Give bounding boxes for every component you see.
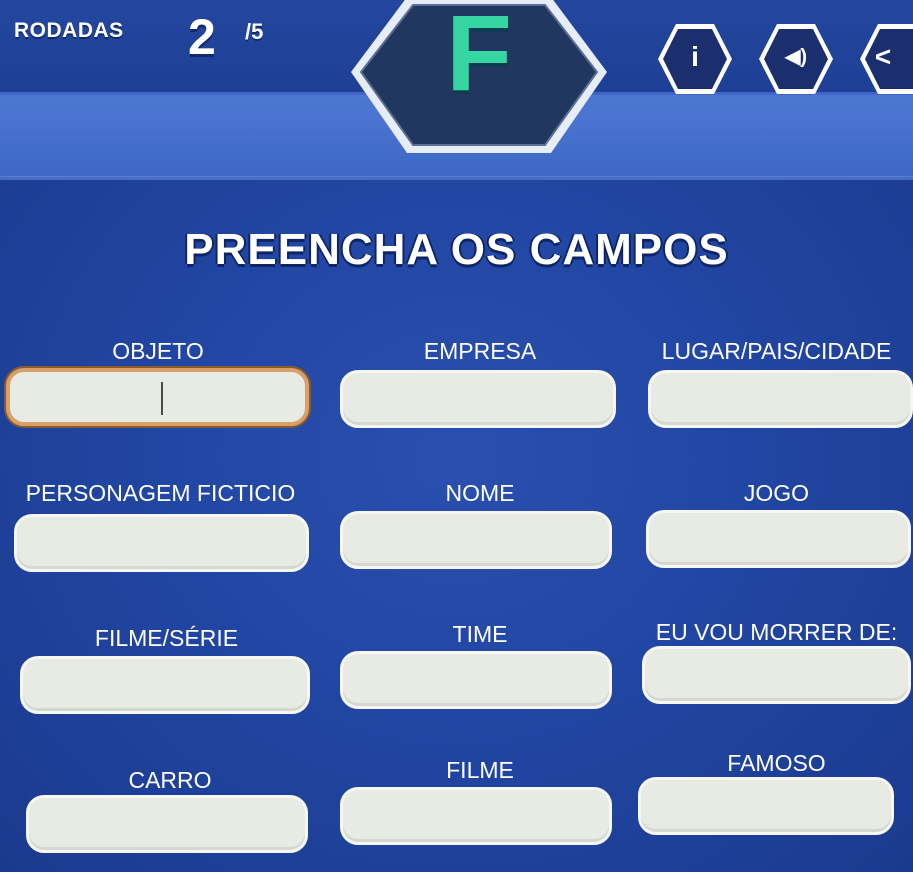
- filme-input[interactable]: [340, 787, 612, 845]
- sound-button[interactable]: ◀): [757, 20, 835, 98]
- field-label-filme: FILME: [446, 757, 514, 783]
- field-label-filme-serie: FILME/SÉRIE: [94, 625, 239, 651]
- field-label-famoso: FAMOSO: [727, 750, 826, 776]
- round-current: 2: [188, 9, 216, 65]
- field-label-nome: NOME: [445, 480, 515, 506]
- text-caret: [161, 382, 163, 415]
- page-title: PREENCHA OS CAMPOS: [184, 225, 729, 274]
- field-label-jogo: JOGO: [743, 480, 810, 506]
- field-label-personagem: PERSONAGEM FICTICIO: [25, 480, 296, 506]
- famoso-input[interactable]: [638, 777, 894, 835]
- share-button[interactable]: <: [858, 20, 913, 98]
- lugar-input[interactable]: [648, 370, 913, 428]
- personagem-input[interactable]: [14, 514, 309, 572]
- filme-serie-input[interactable]: [20, 656, 310, 714]
- empresa-input[interactable]: [340, 370, 616, 428]
- nome-input[interactable]: [340, 511, 612, 569]
- field-label-eu-vou-morrer: EU VOU MORRER DE:: [655, 619, 898, 645]
- field-label-objeto: OBJETO: [112, 338, 204, 364]
- info-button[interactable]: i: [656, 20, 734, 98]
- field-label-time: TIME: [452, 621, 508, 647]
- carro-input[interactable]: [26, 795, 308, 853]
- objeto-input[interactable]: [6, 368, 309, 426]
- field-label-empresa: EMPRESA: [423, 338, 537, 364]
- field-label-carro: CARRO: [128, 767, 212, 793]
- eu-vou-morrer-input[interactable]: [642, 646, 911, 704]
- speaker-icon: ◀): [784, 46, 808, 68]
- share-icon: <: [874, 41, 892, 72]
- time-input[interactable]: [340, 651, 612, 709]
- round-total: /5: [245, 19, 264, 44]
- info-icon: i: [691, 41, 699, 72]
- round-letter: F: [446, 0, 512, 113]
- jogo-input[interactable]: [646, 510, 911, 568]
- rounds-label: RODADAS: [14, 19, 124, 42]
- field-label-lugar: LUGAR/PAIS/CIDADE: [661, 338, 892, 364]
